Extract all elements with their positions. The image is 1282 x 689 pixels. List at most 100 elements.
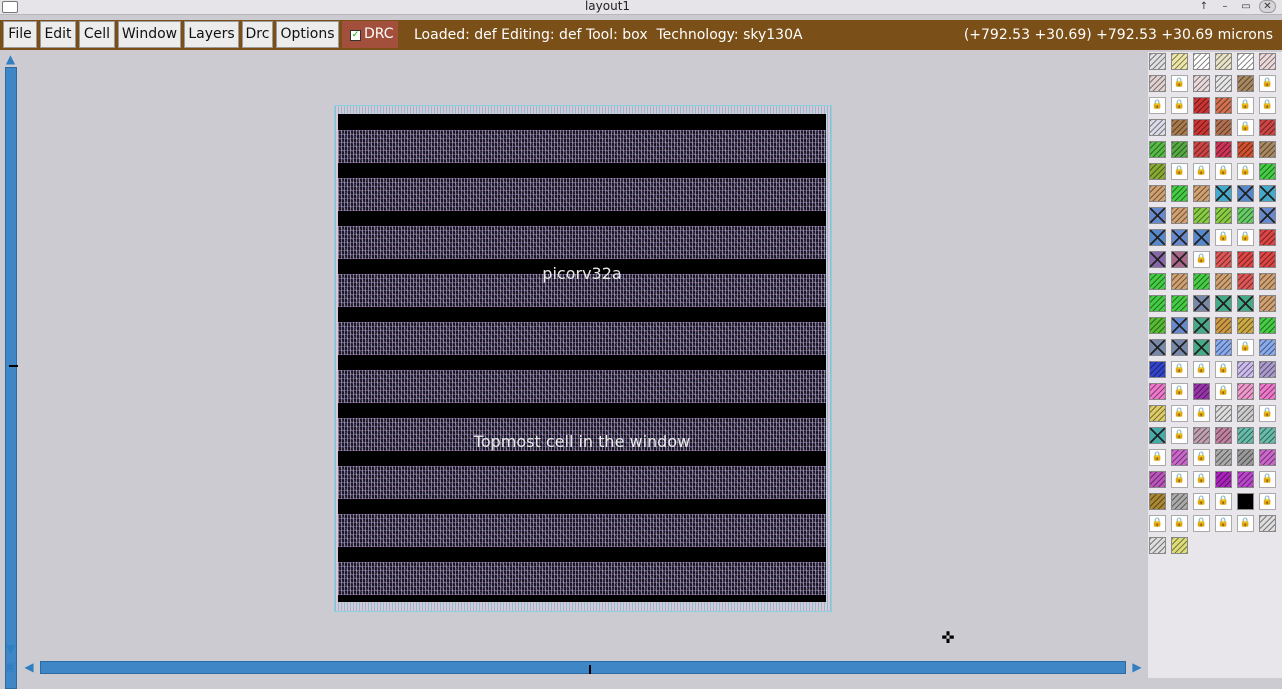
layer-swatch[interactable] <box>1215 339 1232 356</box>
layer-swatch[interactable] <box>1149 163 1166 180</box>
vertical-scroll-track[interactable] <box>5 67 18 689</box>
layer-locked-icon[interactable]: 🔒 <box>1171 427 1188 444</box>
layer-swatch[interactable] <box>1193 207 1210 224</box>
layer-locked-icon[interactable]: 🔒 <box>1149 515 1166 532</box>
layer-locked-icon[interactable]: 🔒 <box>1171 361 1188 378</box>
layer-swatch[interactable] <box>1149 317 1166 334</box>
layer-swatch[interactable] <box>1215 53 1232 70</box>
layer-locked-icon[interactable]: 🔒 <box>1237 515 1254 532</box>
drc-toggle[interactable]: ✓ DRC <box>342 21 398 48</box>
layer-locked-icon[interactable]: 🔒 <box>1215 493 1232 510</box>
layer-swatch[interactable] <box>1237 295 1254 312</box>
layer-swatch[interactable] <box>1237 471 1254 488</box>
layer-swatch[interactable] <box>1259 119 1276 136</box>
layer-swatch[interactable] <box>1171 119 1188 136</box>
layer-swatch[interactable] <box>1237 361 1254 378</box>
horizontal-scrollbar[interactable]: ▣ ◀ ▶ <box>0 660 1148 676</box>
menu-file[interactable]: File <box>3 21 37 48</box>
layer-swatch[interactable] <box>1193 97 1210 114</box>
layer-swatch[interactable] <box>1259 251 1276 268</box>
layer-swatch[interactable] <box>1149 339 1166 356</box>
layer-swatch[interactable] <box>1171 141 1188 158</box>
layer-locked-icon[interactable]: 🔒 <box>1193 163 1210 180</box>
layer-swatch[interactable] <box>1259 207 1276 224</box>
layer-locked-icon[interactable]: 🔒 <box>1193 251 1210 268</box>
vertical-scrollbar[interactable]: ▲ ▼ <box>3 52 18 689</box>
layer-swatch[interactable] <box>1149 405 1166 422</box>
layer-swatch[interactable] <box>1193 273 1210 290</box>
layer-swatch[interactable] <box>1193 53 1210 70</box>
maximize-icon[interactable]: ▭ <box>1238 0 1254 13</box>
layer-swatch[interactable] <box>1259 427 1276 444</box>
layer-swatch[interactable] <box>1171 53 1188 70</box>
layer-locked-icon[interactable]: 🔒 <box>1237 97 1254 114</box>
layout-canvas[interactable]: picorv32a Topmost cell in the window ✜ <box>20 52 1146 658</box>
layer-swatch[interactable] <box>1259 53 1276 70</box>
layer-swatch[interactable] <box>1259 295 1276 312</box>
layer-locked-icon[interactable]: 🔒 <box>1259 405 1276 422</box>
layer-swatch[interactable] <box>1215 273 1232 290</box>
layer-swatch[interactable] <box>1259 273 1276 290</box>
layer-swatch[interactable] <box>1193 317 1210 334</box>
layer-swatch[interactable] <box>1237 53 1254 70</box>
layer-locked-icon[interactable]: 🔒 <box>1237 229 1254 246</box>
topmost-cell[interactable]: picorv32a Topmost cell in the window <box>334 105 832 612</box>
layer-locked-icon[interactable]: 🔒 <box>1193 493 1210 510</box>
scroll-up-icon[interactable]: ▲ <box>3 52 18 66</box>
layer-swatch[interactable] <box>1193 185 1210 202</box>
layer-swatch[interactable] <box>1259 515 1276 532</box>
scroll-right-icon[interactable]: ▶ <box>1130 660 1144 674</box>
layer-swatch[interactable] <box>1215 119 1232 136</box>
layer-swatch[interactable] <box>1259 339 1276 356</box>
layer-swatch[interactable] <box>1171 273 1188 290</box>
minimize-icon[interactable]: – <box>1217 0 1233 13</box>
vertical-scroll-thumb[interactable] <box>9 365 18 367</box>
layer-swatch[interactable] <box>1193 141 1210 158</box>
layer-swatch[interactable] <box>1259 383 1276 400</box>
layer-locked-icon[interactable]: 🔒 <box>1193 515 1210 532</box>
layer-swatch[interactable] <box>1149 119 1166 136</box>
scroll-left-icon[interactable]: ◀ <box>22 660 36 674</box>
layer-locked-icon[interactable]: 🔒 <box>1149 97 1166 114</box>
layer-swatch[interactable] <box>1171 537 1188 554</box>
layer-swatch[interactable] <box>1171 295 1188 312</box>
layer-swatch[interactable] <box>1171 207 1188 224</box>
layer-swatch[interactable] <box>1149 207 1166 224</box>
layer-swatch[interactable] <box>1215 75 1232 92</box>
layer-swatch[interactable] <box>1237 405 1254 422</box>
horizontal-scroll-thumb[interactable] <box>589 665 591 674</box>
layer-locked-icon[interactable]: 🔒 <box>1215 229 1232 246</box>
layer-locked-icon[interactable]: 🔒 <box>1193 471 1210 488</box>
zoom-box-icon[interactable]: ▣ <box>3 660 17 674</box>
layer-swatch[interactable] <box>1259 317 1276 334</box>
layer-locked-icon[interactable]: 🔒 <box>1259 75 1276 92</box>
layer-locked-icon[interactable]: 🔒 <box>1215 383 1232 400</box>
layer-swatch[interactable] <box>1237 317 1254 334</box>
layer-locked-icon[interactable]: 🔒 <box>1193 405 1210 422</box>
layer-locked-icon[interactable]: 🔒 <box>1171 405 1188 422</box>
layer-swatch[interactable] <box>1259 163 1276 180</box>
layer-swatch[interactable] <box>1149 251 1166 268</box>
layer-swatch[interactable] <box>1149 493 1166 510</box>
drc-checkbox[interactable]: ✓ <box>350 30 361 41</box>
menu-drc[interactable]: Drc <box>242 21 273 48</box>
layer-swatch[interactable] <box>1149 537 1166 554</box>
layer-swatch[interactable] <box>1215 251 1232 268</box>
horizontal-scroll-track[interactable] <box>40 661 1126 674</box>
layer-swatch[interactable] <box>1171 317 1188 334</box>
close-icon[interactable]: ✕ <box>1259 0 1276 13</box>
layer-swatch[interactable] <box>1149 141 1166 158</box>
layer-swatch[interactable] <box>1193 427 1210 444</box>
layer-swatch[interactable] <box>1171 229 1188 246</box>
layer-swatch[interactable] <box>1259 229 1276 246</box>
layer-swatch[interactable] <box>1149 75 1166 92</box>
layer-swatch[interactable] <box>1237 273 1254 290</box>
layer-locked-icon[interactable]: 🔒 <box>1259 471 1276 488</box>
layer-locked-icon[interactable]: 🔒 <box>1171 383 1188 400</box>
layer-swatch[interactable] <box>1171 339 1188 356</box>
layer-swatch[interactable] <box>1149 185 1166 202</box>
layer-swatch[interactable] <box>1171 493 1188 510</box>
layer-locked-icon[interactable]: 🔒 <box>1259 97 1276 114</box>
layer-locked-icon[interactable]: 🔒 <box>1149 449 1166 466</box>
layer-locked-icon[interactable]: 🔒 <box>1171 75 1188 92</box>
